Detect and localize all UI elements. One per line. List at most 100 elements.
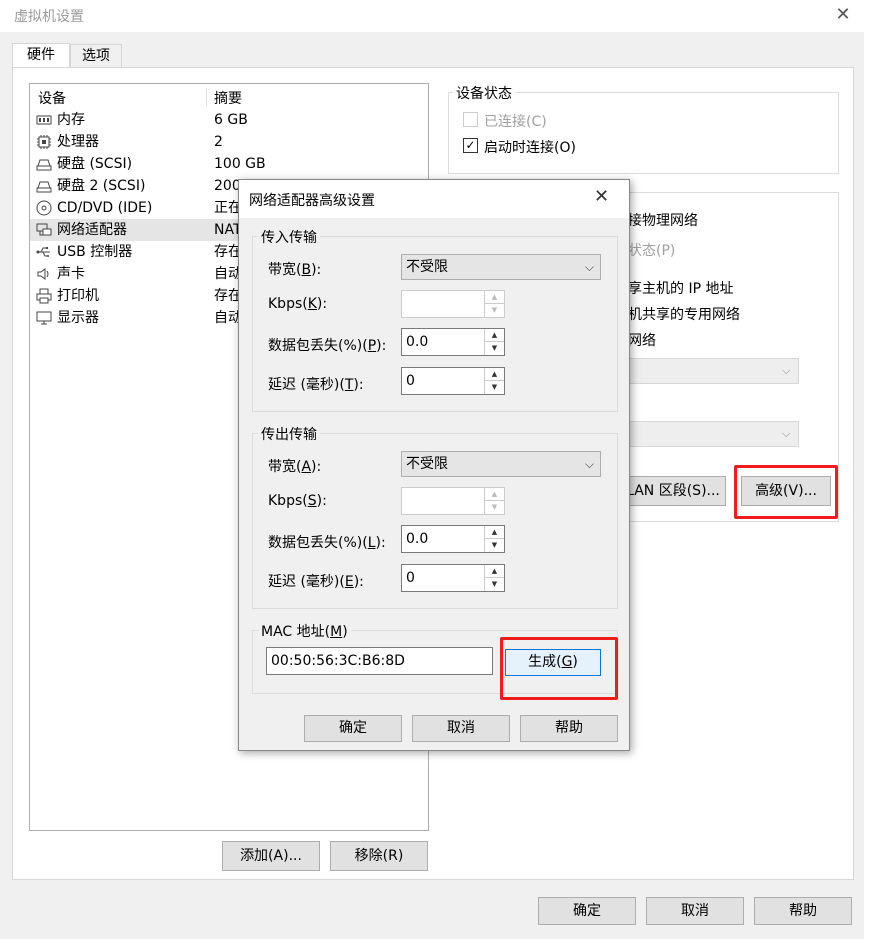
nat-option-label: 享主机的 IP 地址 bbox=[628, 281, 734, 297]
spin-up-arrow-icon[interactable]: ▲ bbox=[485, 526, 504, 539]
outgoing-kbps-label: Kbps(S): bbox=[268, 493, 327, 509]
column-divider[interactable] bbox=[206, 88, 207, 106]
device-name: 处理器 bbox=[57, 134, 99, 150]
device-summary: 200 bbox=[214, 178, 241, 194]
chevron-down-icon: ⌵ bbox=[782, 364, 791, 377]
spin-down-arrow-icon[interactable]: ▼ bbox=[485, 501, 504, 514]
device-summary: 6 GB bbox=[214, 112, 248, 128]
spin-up-arrow-icon[interactable]: ▲ bbox=[485, 291, 504, 304]
outgoing-loss-label: 数据包丢失(%)(L): bbox=[268, 535, 386, 551]
chevron-down-icon: ⌵ bbox=[584, 457, 594, 471]
device-row-processor[interactable]: 处理器 2 bbox=[30, 131, 428, 153]
cancel-button[interactable]: 取消 bbox=[646, 897, 744, 925]
ok-button[interactable]: 确定 bbox=[538, 897, 636, 925]
device-name: 硬盘 2 (SCSI) bbox=[57, 178, 146, 194]
outgoing-loss-spinner[interactable]: 0.0 ▲ ▼ bbox=[401, 525, 505, 553]
mac-address-field[interactable]: 00:50:56:3C:B6:8D bbox=[266, 647, 493, 675]
device-name: 显示器 bbox=[57, 310, 99, 326]
chevron-down-icon: ⌵ bbox=[584, 260, 594, 274]
outgoing-bandwidth-label: 带宽(A): bbox=[268, 459, 322, 475]
device-status-group bbox=[448, 92, 839, 174]
custom-option-label: 网络 bbox=[628, 333, 656, 349]
dialog-cancel-button[interactable]: 取消 bbox=[412, 715, 510, 742]
incoming-transfer-title: 传入传输 bbox=[258, 227, 320, 247]
dialog-title: 网络适配器高级设置 bbox=[249, 193, 375, 209]
connected-checkbox[interactable] bbox=[463, 112, 478, 127]
device-summary: 2 bbox=[214, 134, 223, 150]
incoming-latency-value: 0 bbox=[406, 373, 415, 389]
tab-options[interactable]: 选项 bbox=[70, 44, 122, 68]
replicate-state-label: 状态(P) bbox=[628, 243, 676, 259]
background-strip bbox=[864, 0, 872, 939]
window-close-button[interactable]: ✕ bbox=[830, 2, 856, 28]
device-row-memory[interactable]: 内存 6 GB bbox=[30, 109, 428, 131]
incoming-loss-value: 0.0 bbox=[406, 334, 429, 350]
help-button[interactable]: 帮助 bbox=[754, 897, 852, 925]
outgoing-latency-spinner[interactable]: 0 ▲ ▼ bbox=[401, 564, 505, 592]
spin-up-arrow-icon[interactable]: ▲ bbox=[485, 488, 504, 501]
network-adapter-advanced-dialog: 网络适配器高级设置 ✕ 传入传输 带宽(B): 不受限 ⌵ Kbps(K): ▲ ▼… bbox=[238, 179, 630, 751]
usb-icon bbox=[36, 244, 52, 260]
tab-hardware[interactable]: 硬件 bbox=[12, 43, 70, 68]
incoming-bandwidth-label: 带宽(B): bbox=[268, 262, 322, 278]
device-status-title: 设备状态 bbox=[453, 83, 515, 103]
spin-up-arrow-icon[interactable]: ▲ bbox=[485, 565, 504, 578]
device-name: 打印机 bbox=[57, 288, 99, 304]
outgoing-latency-value: 0 bbox=[406, 570, 415, 586]
incoming-latency-spinner[interactable]: 0 ▲ ▼ bbox=[401, 367, 505, 395]
device-name: 声卡 bbox=[57, 266, 85, 282]
outgoing-bandwidth-select[interactable]: 不受限 ⌵ bbox=[401, 451, 601, 477]
incoming-loss-spinner[interactable]: 0.0 ▲ ▼ bbox=[401, 328, 505, 356]
incoming-loss-label: 数据包丢失(%)(P): bbox=[268, 338, 387, 354]
incoming-bandwidth-value: 不受限 bbox=[406, 259, 448, 275]
monitor-icon bbox=[36, 310, 52, 326]
outgoing-latency-label: 延迟 (毫秒)(E): bbox=[268, 574, 364, 590]
incoming-kbps-spinner[interactable]: ▲ ▼ bbox=[401, 290, 505, 318]
dialog-help-button[interactable]: 帮助 bbox=[520, 715, 618, 742]
window-title: 虚拟机设置 bbox=[14, 9, 84, 25]
device-name: 网络适配器 bbox=[57, 222, 127, 238]
incoming-kbps-label: Kbps(K): bbox=[268, 296, 328, 312]
spin-down-arrow-icon[interactable]: ▼ bbox=[485, 342, 504, 355]
spin-down-arrow-icon[interactable]: ▼ bbox=[485, 381, 504, 394]
dialog-ok-button[interactable]: 确定 bbox=[304, 715, 402, 742]
advanced-highlight-box bbox=[734, 465, 838, 519]
spin-up-arrow-icon[interactable]: ▲ bbox=[485, 329, 504, 342]
device-name: CD/DVD (IDE) bbox=[57, 200, 153, 216]
device-name: 内存 bbox=[57, 112, 85, 128]
spin-down-arrow-icon[interactable]: ▼ bbox=[485, 578, 504, 591]
cpu-icon bbox=[36, 134, 52, 150]
incoming-latency-label: 延迟 (毫秒)(T): bbox=[268, 377, 364, 393]
custom-network-select[interactable] bbox=[620, 358, 799, 384]
cd-dvd-icon bbox=[36, 200, 52, 216]
device-name: USB 控制器 bbox=[57, 244, 133, 260]
network-adapter-icon bbox=[36, 222, 52, 238]
connected-label: 已连接(C) bbox=[484, 114, 547, 130]
outgoing-bandwidth-value: 不受限 bbox=[406, 456, 448, 472]
dialog-close-button[interactable]: ✕ bbox=[594, 186, 609, 207]
spin-down-arrow-icon[interactable]: ▼ bbox=[485, 539, 504, 552]
device-column-header[interactable]: 设备 bbox=[38, 88, 66, 108]
connect-at-power-on-label: 启动时连接(O) bbox=[484, 140, 576, 156]
outgoing-kbps-spinner[interactable]: ▲ ▼ bbox=[401, 487, 505, 515]
incoming-bandwidth-select[interactable]: 不受限 ⌵ bbox=[401, 254, 601, 280]
lan-segments-button[interactable]: LAN 区段(S)... bbox=[620, 476, 726, 506]
connect-at-power-on-checkbox[interactable]: ✓ bbox=[463, 138, 478, 153]
printer-icon bbox=[36, 288, 52, 304]
device-row-hard-disk[interactable]: 硬盘 (SCSI) 100 GB bbox=[30, 153, 428, 175]
hard-disk-icon bbox=[36, 178, 52, 194]
host-only-option-label: 机共享的专用网络 bbox=[628, 307, 740, 323]
bridged-option-label: 接物理网络 bbox=[628, 213, 698, 229]
add-device-button[interactable]: 添加(A)... bbox=[222, 841, 320, 871]
summary-column-header[interactable]: 摘要 bbox=[214, 88, 242, 108]
memory-icon bbox=[36, 112, 52, 128]
outgoing-loss-value: 0.0 bbox=[406, 531, 429, 547]
chevron-down-icon: ⌵ bbox=[782, 427, 791, 440]
spin-down-arrow-icon[interactable]: ▼ bbox=[485, 304, 504, 317]
outgoing-transfer-title: 传出传输 bbox=[258, 424, 320, 444]
device-summary: 100 GB bbox=[214, 156, 266, 172]
remove-device-button[interactable]: 移除(R) bbox=[330, 841, 428, 871]
lan-segment-select[interactable] bbox=[620, 421, 799, 447]
speaker-icon bbox=[36, 266, 52, 282]
spin-up-arrow-icon[interactable]: ▲ bbox=[485, 368, 504, 381]
